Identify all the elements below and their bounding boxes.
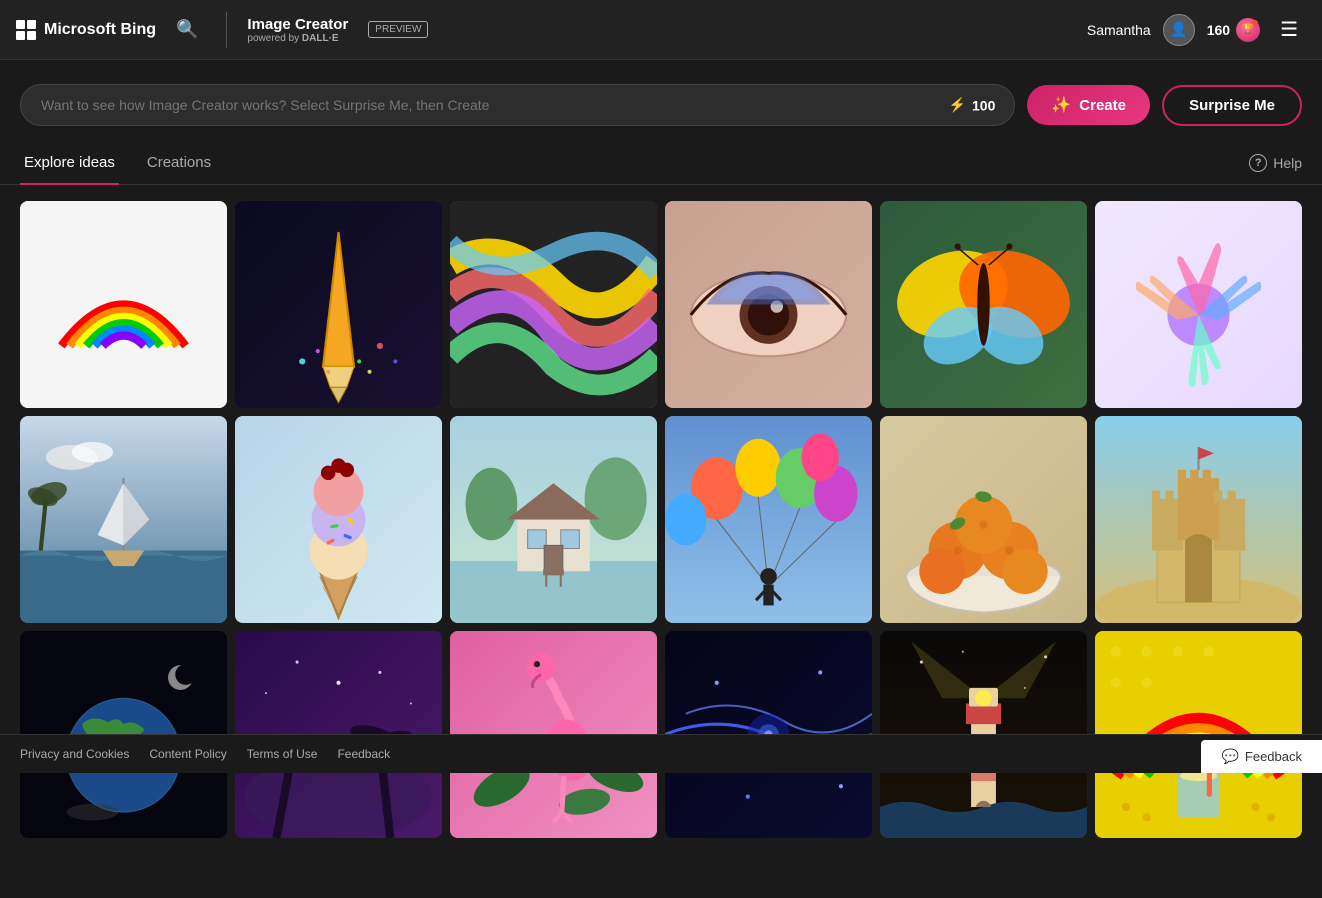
image-card[interactable]	[20, 201, 227, 408]
image-card[interactable]	[235, 201, 442, 408]
tab-explore[interactable]: Explore ideas	[20, 142, 119, 185]
header: Microsoft Bing 🔍 Image Creator powered b…	[0, 0, 1322, 60]
card-ribbons	[450, 201, 657, 408]
image-card[interactable]	[665, 416, 872, 623]
footer-content-policy[interactable]: Content Policy	[149, 747, 226, 761]
create-icon: ✨	[1051, 95, 1071, 115]
surprise-button[interactable]: Surprise Me	[1162, 85, 1302, 126]
powered-by-label: powered by DALL·E	[247, 33, 348, 44]
card-eye	[665, 201, 872, 408]
lightning-icon: ⚡	[949, 97, 966, 114]
help-icon: ?	[1249, 154, 1267, 172]
footer: Privacy and Cookies Content Policy Terms…	[0, 734, 1322, 773]
tabs-left: Explore ideas Creations	[20, 142, 1249, 184]
card-house	[450, 416, 657, 623]
tab-creations[interactable]: Creations	[143, 142, 215, 185]
image-card[interactable]	[1095, 201, 1302, 408]
card-balloons	[665, 416, 872, 623]
search-input[interactable]	[20, 84, 1015, 126]
footer-feedback[interactable]: Feedback	[337, 747, 390, 761]
card-rainbow	[20, 201, 227, 408]
dalle-label: DALL·E	[302, 33, 339, 44]
image-card[interactable]	[450, 416, 657, 623]
image-card[interactable]	[1095, 416, 1302, 623]
card-castle	[1095, 416, 1302, 623]
coins-count: 160	[1207, 22, 1230, 38]
footer-spacer	[0, 854, 1322, 898]
header-right: Samantha 👤 160 🏆 ☰	[1087, 13, 1306, 46]
help-section[interactable]: ? Help	[1249, 154, 1302, 172]
help-label: Help	[1273, 155, 1302, 171]
footer-privacy[interactable]: Privacy and Cookies	[20, 747, 129, 761]
create-button[interactable]: ✨ Create	[1027, 85, 1150, 125]
preview-badge: PREVIEW	[368, 21, 428, 38]
logo-section: Microsoft Bing	[16, 20, 156, 40]
card-pencil	[235, 201, 442, 408]
image-creator-branding: Image Creator powered by DALL·E	[247, 16, 348, 44]
coins-display: 160 🏆	[1207, 18, 1260, 42]
avatar[interactable]: 👤	[1163, 14, 1195, 46]
search-coins-badge: ⚡ 100	[941, 93, 1004, 118]
bing-label: Microsoft Bing	[44, 21, 156, 39]
windows-icon	[16, 20, 36, 40]
trophy-icon: 🏆	[1236, 18, 1260, 42]
feedback-fixed-label: Feedback	[1245, 749, 1302, 764]
tabs-section: Explore ideas Creations ? Help	[0, 142, 1322, 185]
surprise-label: Surprise Me	[1189, 97, 1275, 114]
search-section: ⚡ 100 ✨ Create Surprise Me	[0, 60, 1322, 142]
menu-button[interactable]: ☰	[1272, 13, 1306, 46]
card-sailboat	[20, 416, 227, 623]
card-butterfly	[880, 201, 1087, 408]
feedback-fixed-button[interactable]: 💬 Feedback	[1201, 740, 1322, 773]
header-divider	[226, 12, 227, 48]
footer-links: Privacy and Cookies Content Policy Terms…	[20, 747, 390, 761]
image-card[interactable]	[235, 416, 442, 623]
card-oranges	[880, 416, 1087, 623]
search-icon-button[interactable]: 🔍	[168, 15, 206, 44]
search-input-wrapper: ⚡ 100	[20, 84, 1015, 126]
image-card[interactable]	[880, 416, 1087, 623]
card-splash	[1095, 201, 1302, 408]
image-card[interactable]	[20, 416, 227, 623]
image-card[interactable]	[880, 201, 1087, 408]
card-icecream	[235, 416, 442, 623]
feedback-icon: 💬	[1221, 748, 1238, 765]
footer-terms[interactable]: Terms of Use	[247, 747, 318, 761]
image-card[interactable]	[450, 201, 657, 408]
create-label: Create	[1079, 97, 1126, 114]
image-card[interactable]	[665, 201, 872, 408]
image-creator-title: Image Creator	[247, 16, 348, 33]
search-coins-count: 100	[972, 97, 995, 113]
user-name: Samantha	[1087, 22, 1151, 38]
